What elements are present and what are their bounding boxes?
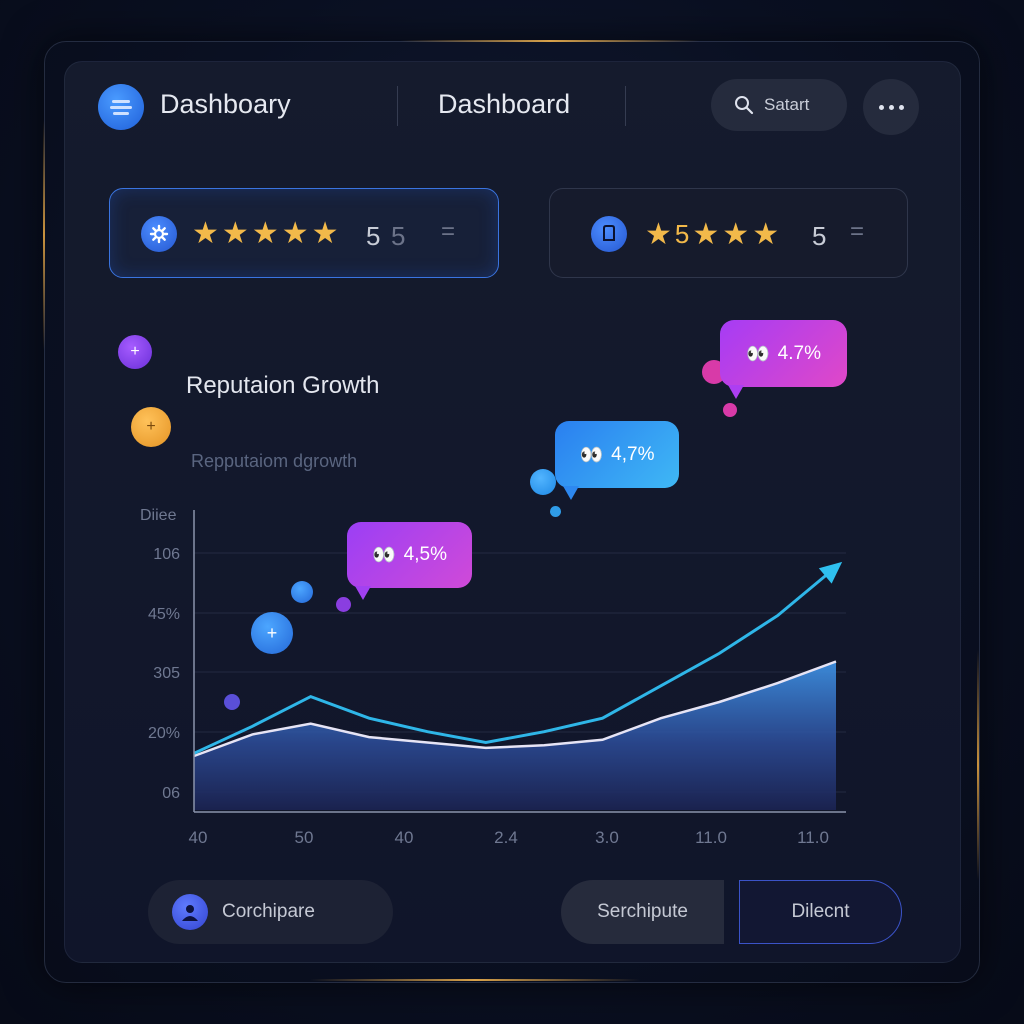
x-tick-label: 40 [189,828,208,847]
add-icon[interactable]: + [251,612,293,654]
decorative-dot [291,581,313,603]
y-tick-label: 06 [162,785,180,802]
silent-button[interactable]: Dilecnt [739,880,902,944]
user-icon [172,894,208,930]
decorative-dot [336,597,351,612]
compute-button[interactable]: Serchipute [561,880,724,944]
tooltip-bubble: 👀 4.7% [720,320,847,399]
x-tick-label: 50 [295,828,314,847]
y-tick-label: 45% [148,606,180,623]
emoji-eyes-icon: 👀 [579,444,604,466]
compare-button-label: Corchipare [222,901,315,922]
decorative-dot [723,403,737,417]
y-axis-label: Diiee [140,507,177,524]
trend-arrow-icon [818,561,843,584]
emoji-eyes-icon: 👀 [746,343,770,365]
tooltip-bubble: 👀 4,7% [555,421,679,500]
y-tick-label: 305 [153,665,180,682]
tooltip-value: 4,7% [611,443,655,465]
x-tick-label: 2.4 [494,828,518,847]
compare-button[interactable]: Corchipare [148,880,393,944]
tooltip-value: 4.7% [777,342,821,364]
x-tick-label: 11.0 [797,828,829,847]
x-tick-label: 3.0 [595,828,619,847]
silent-button-label: Dilecnt [791,901,850,922]
x-tick-label: 11.0 [695,828,727,847]
decorative-dot [530,469,556,495]
growth-chart: Diiee 106 45% 305 20% 06 40 50 40 2.4 3.0 11.0 11.… [140,507,846,847]
emoji-eyes-icon: 👀 [372,545,396,566]
tooltip-bubble: 👀 4,5% [347,522,472,600]
x-tick-label: 40 [395,828,414,847]
decorative-dot [224,694,240,710]
tooltip-value: 4,5% [403,544,447,565]
y-tick-label: 106 [153,546,180,563]
y-tick-label: 20% [148,725,180,742]
compute-button-label: Serchipute [597,901,688,922]
decorative-dot [550,506,561,517]
